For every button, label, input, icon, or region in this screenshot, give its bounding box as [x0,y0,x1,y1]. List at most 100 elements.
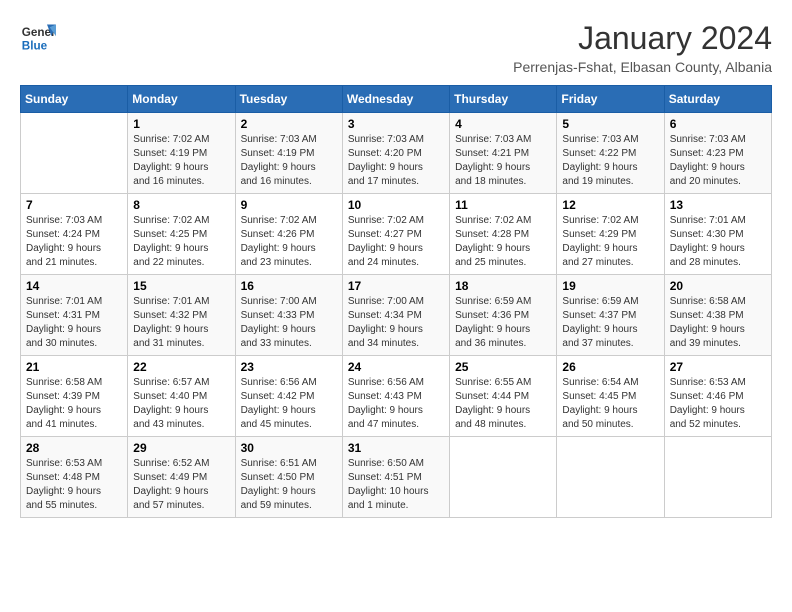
day-info: Sunrise: 7:00 AM Sunset: 4:33 PM Dayligh… [241,295,337,351]
day-number: 19 [562,279,658,293]
title-area: January 2024 Perrenjas-Fshat, Elbasan Co… [513,20,772,75]
page-header: General Blue January 2024 Perrenjas-Fsha… [20,20,772,75]
day-number: 22 [133,360,229,374]
calendar-cell: 3 Sunrise: 7:03 AM Sunset: 4:20 PM Daylig… [342,113,449,194]
day-number: 4 [455,117,551,131]
day-info: Sunrise: 6:56 AM Sunset: 4:42 PM Dayligh… [241,376,337,432]
calendar-cell [557,437,664,518]
day-number: 25 [455,360,551,374]
calendar-cell: 7Sunrise: 7:03 AM Sunset: 4:24 PM Daylig… [21,194,128,275]
calendar-cell [664,437,771,518]
week-row-1: 1 Sunrise: 7:02 AM Sunset: 4:19 PM Daylig… [21,113,772,194]
day-number: 31 [348,441,444,455]
calendar-cell [21,113,128,194]
day-number: 2 [241,117,337,131]
day-number: 28 [26,441,122,455]
day-number: 6 [670,117,766,131]
day-number: 7 [26,198,122,212]
calendar-cell: 29Sunrise: 6:52 AM Sunset: 4:49 PM Dayli… [128,437,235,518]
logo-icon: General Blue [20,20,56,56]
calendar-cell: 23 Sunrise: 6:56 AM Sunset: 4:42 PM Dayli… [235,356,342,437]
calendar-cell: 21 Sunrise: 6:58 AM Sunset: 4:39 PM Dayli… [21,356,128,437]
day-info: Sunrise: 7:02 AM Sunset: 4:25 PM Dayligh… [133,214,229,270]
calendar-cell: 6 Sunrise: 7:03 AM Sunset: 4:23 PM Daylig… [664,113,771,194]
calendar-cell: 11 Sunrise: 7:02 AM Sunset: 4:28 PM Dayli… [450,194,557,275]
day-number: 11 [455,198,551,212]
calendar-cell: 13 Sunrise: 7:01 AM Sunset: 4:30 PM Dayli… [664,194,771,275]
month-title: January 2024 [513,20,772,57]
calendar-cell: 1 Sunrise: 7:02 AM Sunset: 4:19 PM Daylig… [128,113,235,194]
day-info: Sunrise: 7:01 AM Sunset: 4:31 PM Dayligh… [26,295,122,351]
week-row-3: 14Sunrise: 7:01 AM Sunset: 4:31 PM Dayli… [21,275,772,356]
day-info: Sunrise: 6:52 AM Sunset: 4:49 PM Dayligh… [133,457,229,513]
day-number: 18 [455,279,551,293]
calendar-cell: 25Sunrise: 6:55 AM Sunset: 4:44 PM Dayli… [450,356,557,437]
day-number: 5 [562,117,658,131]
calendar-cell: 17Sunrise: 7:00 AM Sunset: 4:34 PM Dayli… [342,275,449,356]
day-info: Sunrise: 6:59 AM Sunset: 4:37 PM Dayligh… [562,295,658,351]
day-info: Sunrise: 7:00 AM Sunset: 4:34 PM Dayligh… [348,295,444,351]
day-info: Sunrise: 7:03 AM Sunset: 4:20 PM Dayligh… [348,133,444,189]
day-number: 9 [241,198,337,212]
day-info: Sunrise: 7:01 AM Sunset: 4:30 PM Dayligh… [670,214,766,270]
day-number: 8 [133,198,229,212]
day-info: Sunrise: 6:53 AM Sunset: 4:46 PM Dayligh… [670,376,766,432]
day-info: Sunrise: 6:59 AM Sunset: 4:36 PM Dayligh… [455,295,551,351]
calendar-table: SundayMondayTuesdayWednesdayThursdayFrid… [20,85,772,518]
day-info: Sunrise: 6:56 AM Sunset: 4:43 PM Dayligh… [348,376,444,432]
day-number: 13 [670,198,766,212]
calendar-cell: 24 Sunrise: 6:56 AM Sunset: 4:43 PM Dayli… [342,356,449,437]
week-row-4: 21 Sunrise: 6:58 AM Sunset: 4:39 PM Dayli… [21,356,772,437]
day-number: 20 [670,279,766,293]
calendar-cell: 4 Sunrise: 7:03 AM Sunset: 4:21 PM Daylig… [450,113,557,194]
calendar-cell: 31 Sunrise: 6:50 AM Sunset: 4:51 PM Dayli… [342,437,449,518]
calendar-cell: 28 Sunrise: 6:53 AM Sunset: 4:48 PM Dayli… [21,437,128,518]
day-number: 3 [348,117,444,131]
day-info: Sunrise: 6:53 AM Sunset: 4:48 PM Dayligh… [26,457,122,513]
calendar-cell: 27Sunrise: 6:53 AM Sunset: 4:46 PM Dayli… [664,356,771,437]
day-info: Sunrise: 7:02 AM Sunset: 4:19 PM Dayligh… [133,133,229,189]
day-info: Sunrise: 7:03 AM Sunset: 4:21 PM Dayligh… [455,133,551,189]
day-number: 1 [133,117,229,131]
calendar-cell: 14Sunrise: 7:01 AM Sunset: 4:31 PM Dayli… [21,275,128,356]
day-info: Sunrise: 7:03 AM Sunset: 4:19 PM Dayligh… [241,133,337,189]
calendar-cell: 18 Sunrise: 6:59 AM Sunset: 4:36 PM Dayli… [450,275,557,356]
day-info: Sunrise: 6:58 AM Sunset: 4:38 PM Dayligh… [670,295,766,351]
header-thursday: Thursday [450,86,557,113]
day-info: Sunrise: 7:01 AM Sunset: 4:32 PM Dayligh… [133,295,229,351]
header-sunday: Sunday [21,86,128,113]
day-info: Sunrise: 7:03 AM Sunset: 4:23 PM Dayligh… [670,133,766,189]
day-info: Sunrise: 7:02 AM Sunset: 4:27 PM Dayligh… [348,214,444,270]
day-number: 15 [133,279,229,293]
calendar-cell: 20 Sunrise: 6:58 AM Sunset: 4:38 PM Dayli… [664,275,771,356]
calendar-cell: 22 Sunrise: 6:57 AM Sunset: 4:40 PM Dayli… [128,356,235,437]
location-subtitle: Perrenjas-Fshat, Elbasan County, Albania [513,59,772,75]
calendar-cell: 30Sunrise: 6:51 AM Sunset: 4:50 PM Dayli… [235,437,342,518]
week-row-2: 7Sunrise: 7:03 AM Sunset: 4:24 PM Daylig… [21,194,772,275]
day-number: 23 [241,360,337,374]
day-info: Sunrise: 6:50 AM Sunset: 4:51 PM Dayligh… [348,457,444,513]
day-info: Sunrise: 6:54 AM Sunset: 4:45 PM Dayligh… [562,376,658,432]
header-monday: Monday [128,86,235,113]
calendar-cell: 15 Sunrise: 7:01 AM Sunset: 4:32 PM Dayli… [128,275,235,356]
day-number: 21 [26,360,122,374]
header-wednesday: Wednesday [342,86,449,113]
calendar-cell: 12Sunrise: 7:02 AM Sunset: 4:29 PM Dayli… [557,194,664,275]
day-number: 16 [241,279,337,293]
day-info: Sunrise: 7:02 AM Sunset: 4:29 PM Dayligh… [562,214,658,270]
calendar-cell: 19 Sunrise: 6:59 AM Sunset: 4:37 PM Dayli… [557,275,664,356]
calendar-cell: 16 Sunrise: 7:00 AM Sunset: 4:33 PM Dayli… [235,275,342,356]
day-number: 26 [562,360,658,374]
calendar-cell: 8 Sunrise: 7:02 AM Sunset: 4:25 PM Daylig… [128,194,235,275]
calendar-cell [450,437,557,518]
day-info: Sunrise: 6:51 AM Sunset: 4:50 PM Dayligh… [241,457,337,513]
day-info: Sunrise: 6:57 AM Sunset: 4:40 PM Dayligh… [133,376,229,432]
week-row-5: 28 Sunrise: 6:53 AM Sunset: 4:48 PM Dayli… [21,437,772,518]
day-info: Sunrise: 6:58 AM Sunset: 4:39 PM Dayligh… [26,376,122,432]
day-number: 24 [348,360,444,374]
calendar-cell: 5Sunrise: 7:03 AM Sunset: 4:22 PM Daylig… [557,113,664,194]
calendar-cell: 2 Sunrise: 7:03 AM Sunset: 4:19 PM Daylig… [235,113,342,194]
calendar-cell: 9Sunrise: 7:02 AM Sunset: 4:26 PM Daylig… [235,194,342,275]
header-friday: Friday [557,86,664,113]
day-info: Sunrise: 7:02 AM Sunset: 4:28 PM Dayligh… [455,214,551,270]
